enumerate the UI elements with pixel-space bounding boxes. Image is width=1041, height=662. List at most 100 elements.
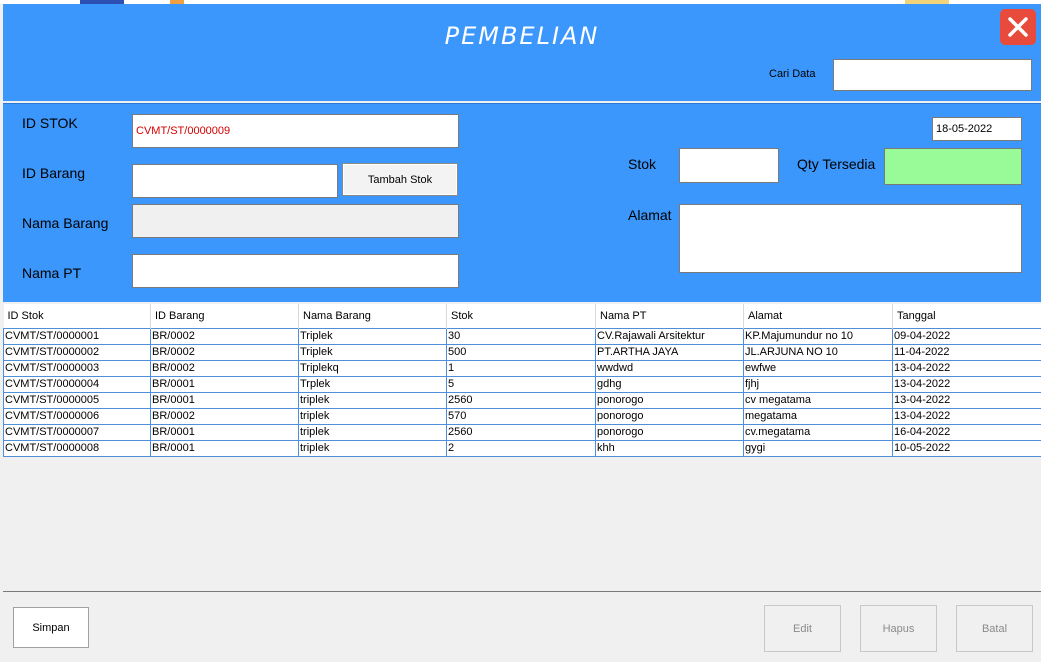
- cell-tanggal[interactable]: 13-04-2022: [892, 391, 1041, 409]
- cell-alamat[interactable]: cv megatama: [743, 391, 893, 409]
- cell-tanggal[interactable]: 10-05-2022: [892, 439, 1041, 457]
- alamat-field[interactable]: [679, 204, 1022, 273]
- edit-button[interactable]: Edit: [764, 605, 841, 652]
- table-row[interactable]: CVMT/ST/0000002 BR/0002 Triplek 500 PT.A…: [3, 343, 1041, 361]
- cell-id-barang[interactable]: BR/0001: [150, 391, 299, 409]
- id-stok-label: ID STOK: [22, 115, 78, 131]
- pembelian-window: PEMBELIAN Cari Data ID STOK CVMT/ST/0000…: [0, 0, 1041, 662]
- cell-nama-barang[interactable]: Trplek: [298, 375, 447, 393]
- cell-id-stok[interactable]: CVMT/ST/0000008: [3, 439, 151, 457]
- cell-nama-pt[interactable]: wwdwd: [595, 359, 744, 377]
- cell-nama-barang[interactable]: triplek: [298, 423, 447, 441]
- cell-stok[interactable]: 30: [446, 327, 596, 345]
- table-row[interactable]: CVMT/ST/0000004 BR/0001 Trplek 5 gdhg fj…: [3, 375, 1041, 393]
- table-header-row: ID Stok ID Barang Nama Barang Stok Nama …: [3, 304, 1041, 328]
- id-stok-field[interactable]: CVMT/ST/0000009: [132, 114, 459, 148]
- column-header[interactable]: Stok: [446, 304, 596, 328]
- id-barang-field[interactable]: [132, 164, 338, 198]
- alamat-label: Alamat: [628, 207, 672, 223]
- qty-tersedia-field: [884, 148, 1022, 185]
- cell-id-barang[interactable]: BR/0001: [150, 375, 299, 393]
- cell-id-barang[interactable]: BR/0002: [150, 343, 299, 361]
- cell-id-stok[interactable]: CVMT/ST/0000005: [3, 391, 151, 409]
- table-row[interactable]: CVMT/ST/0000005 BR/0001 triplek 2560 pon…: [3, 391, 1041, 409]
- cell-stok[interactable]: 5: [446, 375, 596, 393]
- nama-barang-label: Nama Barang: [22, 215, 109, 231]
- cell-alamat[interactable]: ewfwe: [743, 359, 893, 377]
- cell-alamat[interactable]: JL.ARJUNA NO 10: [743, 343, 893, 361]
- cell-tanggal[interactable]: 16-04-2022: [892, 423, 1041, 441]
- cell-id-barang[interactable]: BR/0002: [150, 407, 299, 425]
- column-header[interactable]: ID Barang: [150, 304, 299, 328]
- batal-button[interactable]: Batal: [956, 605, 1033, 652]
- cell-stok[interactable]: 2560: [446, 391, 596, 409]
- tambah-stok-button[interactable]: Tambah Stok: [342, 163, 458, 196]
- cell-tanggal[interactable]: 13-04-2022: [892, 407, 1041, 425]
- column-header[interactable]: Alamat: [743, 304, 893, 328]
- cell-nama-barang[interactable]: triplek: [298, 407, 447, 425]
- table-row[interactable]: CVMT/ST/0000003 BR/0002 Triplekq 1 wwdwd…: [3, 359, 1041, 377]
- cell-id-stok[interactable]: CVMT/ST/0000004: [3, 375, 151, 393]
- hapus-button[interactable]: Hapus: [860, 605, 937, 652]
- cell-alamat[interactable]: gygi: [743, 439, 893, 457]
- cell-tanggal[interactable]: 09-04-2022: [892, 327, 1041, 345]
- cell-id-stok[interactable]: CVMT/ST/0000002: [3, 343, 151, 361]
- column-header[interactable]: Nama Barang: [298, 304, 447, 328]
- cell-stok[interactable]: 500: [446, 343, 596, 361]
- cell-nama-barang[interactable]: triplek: [298, 391, 447, 409]
- date-picker[interactable]: 18-05-2022: [932, 117, 1022, 141]
- id-barang-label: ID Barang: [22, 165, 86, 181]
- cell-id-stok[interactable]: CVMT/ST/0000003: [3, 359, 151, 377]
- cell-id-stok[interactable]: CVMT/ST/0000001: [3, 327, 151, 345]
- cell-nama-pt[interactable]: gdhg: [595, 375, 744, 393]
- header-panel: PEMBELIAN Cari Data: [3, 4, 1041, 101]
- form-panel: ID STOK CVMT/ST/0000009 ID Barang Tambah…: [3, 103, 1041, 302]
- cell-nama-pt[interactable]: khh: [595, 439, 744, 457]
- cell-nama-pt[interactable]: PT.ARTHA JAYA: [595, 343, 744, 361]
- table-row[interactable]: CVMT/ST/0000006 BR/0002 triplek 570 pono…: [3, 407, 1041, 425]
- nama-pt-label: Nama PT: [22, 265, 82, 281]
- cell-stok[interactable]: 1: [446, 359, 596, 377]
- cell-nama-pt[interactable]: ponorogo: [595, 407, 744, 425]
- column-header[interactable]: Tanggal: [892, 304, 1041, 328]
- data-grid[interactable]: ID Stok ID Barang Nama Barang Stok Nama …: [3, 304, 1041, 592]
- column-header[interactable]: ID Stok: [3, 304, 151, 328]
- cell-stok[interactable]: 2: [446, 439, 596, 457]
- cell-nama-pt[interactable]: ponorogo: [595, 423, 744, 441]
- cell-nama-barang[interactable]: Triplek: [298, 327, 447, 345]
- cell-tanggal[interactable]: 11-04-2022: [892, 343, 1041, 361]
- table-row[interactable]: CVMT/ST/0000001 BR/0002 Triplek 30 CV.Ra…: [3, 327, 1041, 345]
- cell-id-stok[interactable]: CVMT/ST/0000006: [3, 407, 151, 425]
- cell-stok[interactable]: 570: [446, 407, 596, 425]
- cell-nama-barang[interactable]: triplek: [298, 439, 447, 457]
- cell-alamat[interactable]: cv.megatama: [743, 423, 893, 441]
- cell-nama-barang[interactable]: Triplek: [298, 343, 447, 361]
- cell-id-barang[interactable]: BR/0001: [150, 439, 299, 457]
- stok-field[interactable]: [679, 148, 779, 183]
- cell-tanggal[interactable]: 13-04-2022: [892, 359, 1041, 377]
- cell-alamat[interactable]: fjhj: [743, 375, 893, 393]
- page-title: PEMBELIAN: [444, 22, 600, 50]
- simpan-button[interactable]: Simpan: [13, 607, 89, 648]
- close-icon: [1008, 17, 1028, 37]
- column-header[interactable]: Nama PT: [595, 304, 744, 328]
- cell-nama-pt[interactable]: CV.Rajawali Arsitektur: [595, 327, 744, 345]
- table-row[interactable]: CVMT/ST/0000007 BR/0001 triplek 2560 pon…: [3, 423, 1041, 441]
- cell-nama-pt[interactable]: ponorogo: [595, 391, 744, 409]
- cell-alamat[interactable]: KP.Majumundur no 10: [743, 327, 893, 345]
- qty-tersedia-label: Qty Tersedia: [797, 156, 876, 172]
- search-input[interactable]: [833, 59, 1032, 91]
- cell-id-barang[interactable]: BR/0002: [150, 359, 299, 377]
- table-row[interactable]: CVMT/ST/0000008 BR/0001 triplek 2 khh gy…: [3, 439, 1041, 457]
- nama-barang-field: [132, 204, 459, 238]
- nama-pt-field[interactable]: [132, 254, 459, 288]
- cell-tanggal[interactable]: 13-04-2022: [892, 375, 1041, 393]
- cell-nama-barang[interactable]: Triplekq: [298, 359, 447, 377]
- cell-alamat[interactable]: megatama: [743, 407, 893, 425]
- cell-id-stok[interactable]: CVMT/ST/0000007: [3, 423, 151, 441]
- close-button[interactable]: [1000, 9, 1036, 45]
- cell-stok[interactable]: 2560: [446, 423, 596, 441]
- cell-id-barang[interactable]: BR/0002: [150, 327, 299, 345]
- cell-id-barang[interactable]: BR/0001: [150, 423, 299, 441]
- search-label: Cari Data: [769, 68, 816, 80]
